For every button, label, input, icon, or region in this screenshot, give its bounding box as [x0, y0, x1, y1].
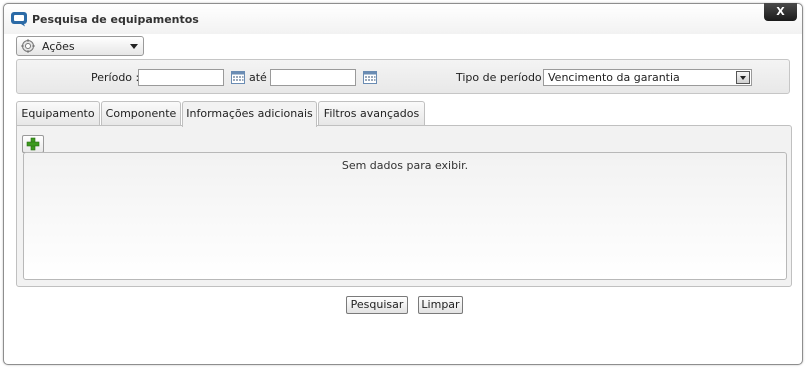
close-button[interactable]: X	[764, 3, 797, 21]
tab-componente[interactable]: Componente	[101, 101, 181, 126]
period-filter-panel: Período : até Tipo de período : Vencimen…	[16, 59, 790, 94]
plus-icon	[26, 137, 40, 151]
period-label: Período :	[91, 71, 140, 84]
tab-filtros-avancados[interactable]: Filtros avançados	[318, 101, 425, 126]
period-type-value: Vencimento da garantia	[548, 71, 680, 84]
period-type-select[interactable]: Vencimento da garantia	[543, 69, 752, 86]
add-button[interactable]	[22, 135, 44, 153]
chevron-down-icon[interactable]	[736, 71, 750, 84]
clear-button[interactable]: Limpar	[418, 296, 463, 314]
empty-message: Sem dados para exibir.	[341, 159, 469, 172]
window-icon	[11, 12, 27, 27]
tab-panel: Sem dados para exibir.	[16, 125, 792, 287]
tab-equipamento[interactable]: Equipamento	[16, 101, 100, 126]
period-to-label: até	[249, 71, 267, 84]
chevron-down-icon	[130, 44, 138, 49]
tab-informacoes-adicionais[interactable]: Informações adicionais	[182, 101, 317, 127]
search-dialog: Pesquisa de equipamentos X Ações Período…	[3, 3, 803, 365]
actions-label: Ações	[42, 40, 75, 53]
period-end-input[interactable]	[270, 69, 356, 86]
calendar-icon[interactable]	[363, 70, 377, 84]
period-start-input[interactable]	[138, 69, 224, 86]
results-grid: Sem dados para exibir.	[23, 152, 787, 280]
gear-icon	[21, 39, 35, 53]
search-button[interactable]: Pesquisar	[346, 296, 408, 314]
actions-dropdown[interactable]: Ações	[16, 36, 144, 56]
dialog-title: Pesquisa de equipamentos	[32, 13, 199, 26]
calendar-icon[interactable]	[231, 70, 245, 84]
period-type-label: Tipo de período :	[456, 71, 549, 84]
dialog-titlebar: Pesquisa de equipamentos X	[4, 3, 802, 34]
